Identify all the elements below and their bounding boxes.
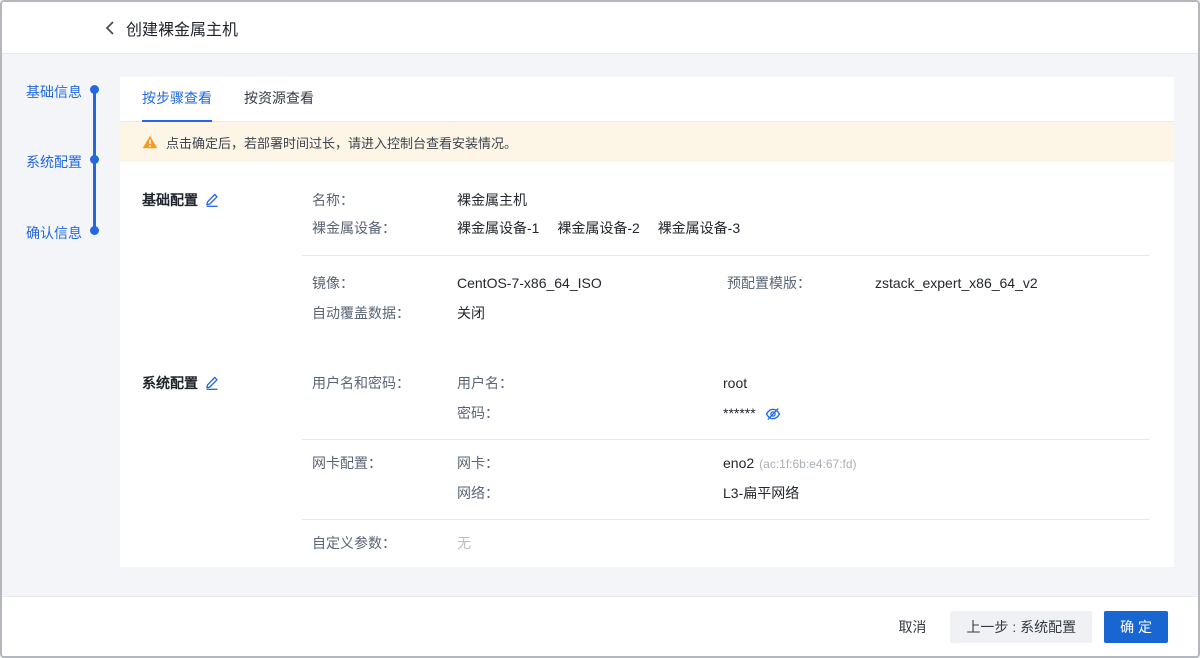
divider	[302, 255, 1150, 256]
footer-action-bar: 取消 上一步 : 系统配置 确 定	[2, 596, 1198, 656]
field-label-username: 用户名：	[457, 372, 513, 394]
row-name: 基础配置 名称： 裸金属主机	[120, 189, 1174, 211]
field-label-template: 预配置模版：	[727, 272, 811, 294]
divider	[302, 519, 1150, 520]
row-password: 密码： ******	[120, 402, 1174, 424]
field-value-password: ******	[723, 402, 781, 427]
field-label-password: 密码：	[457, 402, 499, 424]
field-label-nic: 网卡：	[457, 452, 499, 474]
field-value-nic: eno2 (ac:1f:6b:e4:67:fd)	[723, 452, 857, 475]
eye-invisible-icon	[765, 407, 781, 421]
section-title-basic-config: 基础配置	[142, 189, 219, 213]
pencil-icon	[205, 193, 219, 207]
summary-card: 按步骤查看 按资源查看 点击确定后，若部署时间过长，请进入控制台查看安装情况。 …	[120, 77, 1174, 567]
field-label-image: 镜像：	[312, 272, 354, 294]
summary-rows: 基础配置 名称： 裸金属主机 裸金属设备： 裸金属设备-1 裸金属设备-2 裸金…	[120, 77, 1174, 567]
field-value-username: root	[723, 372, 747, 394]
edit-system-config-button[interactable]	[205, 374, 219, 396]
step-dot-3	[90, 226, 99, 235]
field-label-devices: 裸金属设备：	[312, 217, 396, 239]
section-title-system-config: 系统配置	[142, 372, 219, 396]
password-masked-text: ******	[723, 405, 756, 421]
device-item-3: 裸金属设备-3	[658, 220, 740, 236]
field-label-overwrite: 自动覆盖数据：	[312, 302, 410, 324]
nic-mac-text: (ac:1f:6b:e4:67:fd)	[759, 457, 856, 471]
page-header: 创建裸金属主机	[2, 2, 1198, 54]
back-button[interactable]	[105, 20, 115, 36]
row-nic: 网卡配置： 网卡： eno2 (ac:1f:6b:e4:67:fd)	[120, 452, 1174, 474]
chevron-left-icon	[105, 20, 115, 36]
device-item-1: 裸金属设备-1	[457, 220, 539, 236]
step-confirm-info[interactable]: 确认信息	[26, 223, 82, 243]
device-item-2: 裸金属设备-2	[557, 220, 639, 236]
page-title: 创建裸金属主机	[126, 16, 238, 40]
field-label-credentials: 用户名和密码：	[312, 372, 410, 394]
step-dot-2	[90, 155, 99, 164]
password-visibility-toggle[interactable]	[765, 405, 781, 427]
create-baremetal-host-page: 创建裸金属主机 基础信息 系统配置 确认信息 按步骤查看 按资源查看 点击确定后…	[0, 0, 1200, 658]
section-title-basic-text: 基础配置	[142, 192, 198, 208]
row-overwrite: 自动覆盖数据： 关闭	[120, 302, 1174, 324]
section-title-system-text: 系统配置	[142, 375, 198, 391]
cancel-button[interactable]: 取消	[898, 617, 926, 637]
field-value-overwrite: 关闭	[457, 302, 485, 324]
step-system-config[interactable]: 系统配置	[26, 152, 82, 172]
wizard-steps: 基础信息 系统配置 确认信息	[2, 54, 120, 294]
field-label-nic-config: 网卡配置：	[312, 452, 382, 474]
row-credentials: 系统配置 用户名和密码： 用户名： root	[120, 372, 1174, 394]
field-value-devices: 裸金属设备-1 裸金属设备-2 裸金属设备-3	[457, 217, 754, 239]
row-network: 网络： L3-扁平网络	[120, 482, 1174, 504]
pencil-icon	[205, 376, 219, 390]
step-dot-1	[90, 85, 99, 94]
field-label-network: 网络：	[457, 482, 499, 504]
row-devices: 裸金属设备： 裸金属设备-1 裸金属设备-2 裸金属设备-3	[120, 217, 1174, 239]
step-basic-info[interactable]: 基础信息	[26, 82, 82, 102]
row-image: 镜像： CentOS-7-x86_64_ISO 预配置模版： zstack_ex…	[120, 272, 1174, 294]
field-value-image: CentOS-7-x86_64_ISO	[457, 272, 602, 294]
field-value-template: zstack_expert_x86_64_v2	[875, 272, 1038, 294]
divider	[302, 439, 1150, 440]
field-value-custom-params: 无	[457, 532, 471, 554]
field-value-network: L3-扁平网络	[723, 482, 799, 504]
edit-basic-config-button[interactable]	[205, 191, 219, 213]
field-label-custom-params: 自定义参数：	[312, 532, 396, 554]
confirm-button[interactable]: 确 定	[1104, 611, 1168, 643]
nic-name-text: eno2	[723, 455, 754, 471]
previous-step-button[interactable]: 上一步 : 系统配置	[950, 611, 1092, 643]
field-label-name: 名称：	[312, 189, 354, 211]
row-custom-params: 自定义参数： 无	[120, 532, 1174, 554]
field-value-name: 裸金属主机	[457, 189, 527, 211]
